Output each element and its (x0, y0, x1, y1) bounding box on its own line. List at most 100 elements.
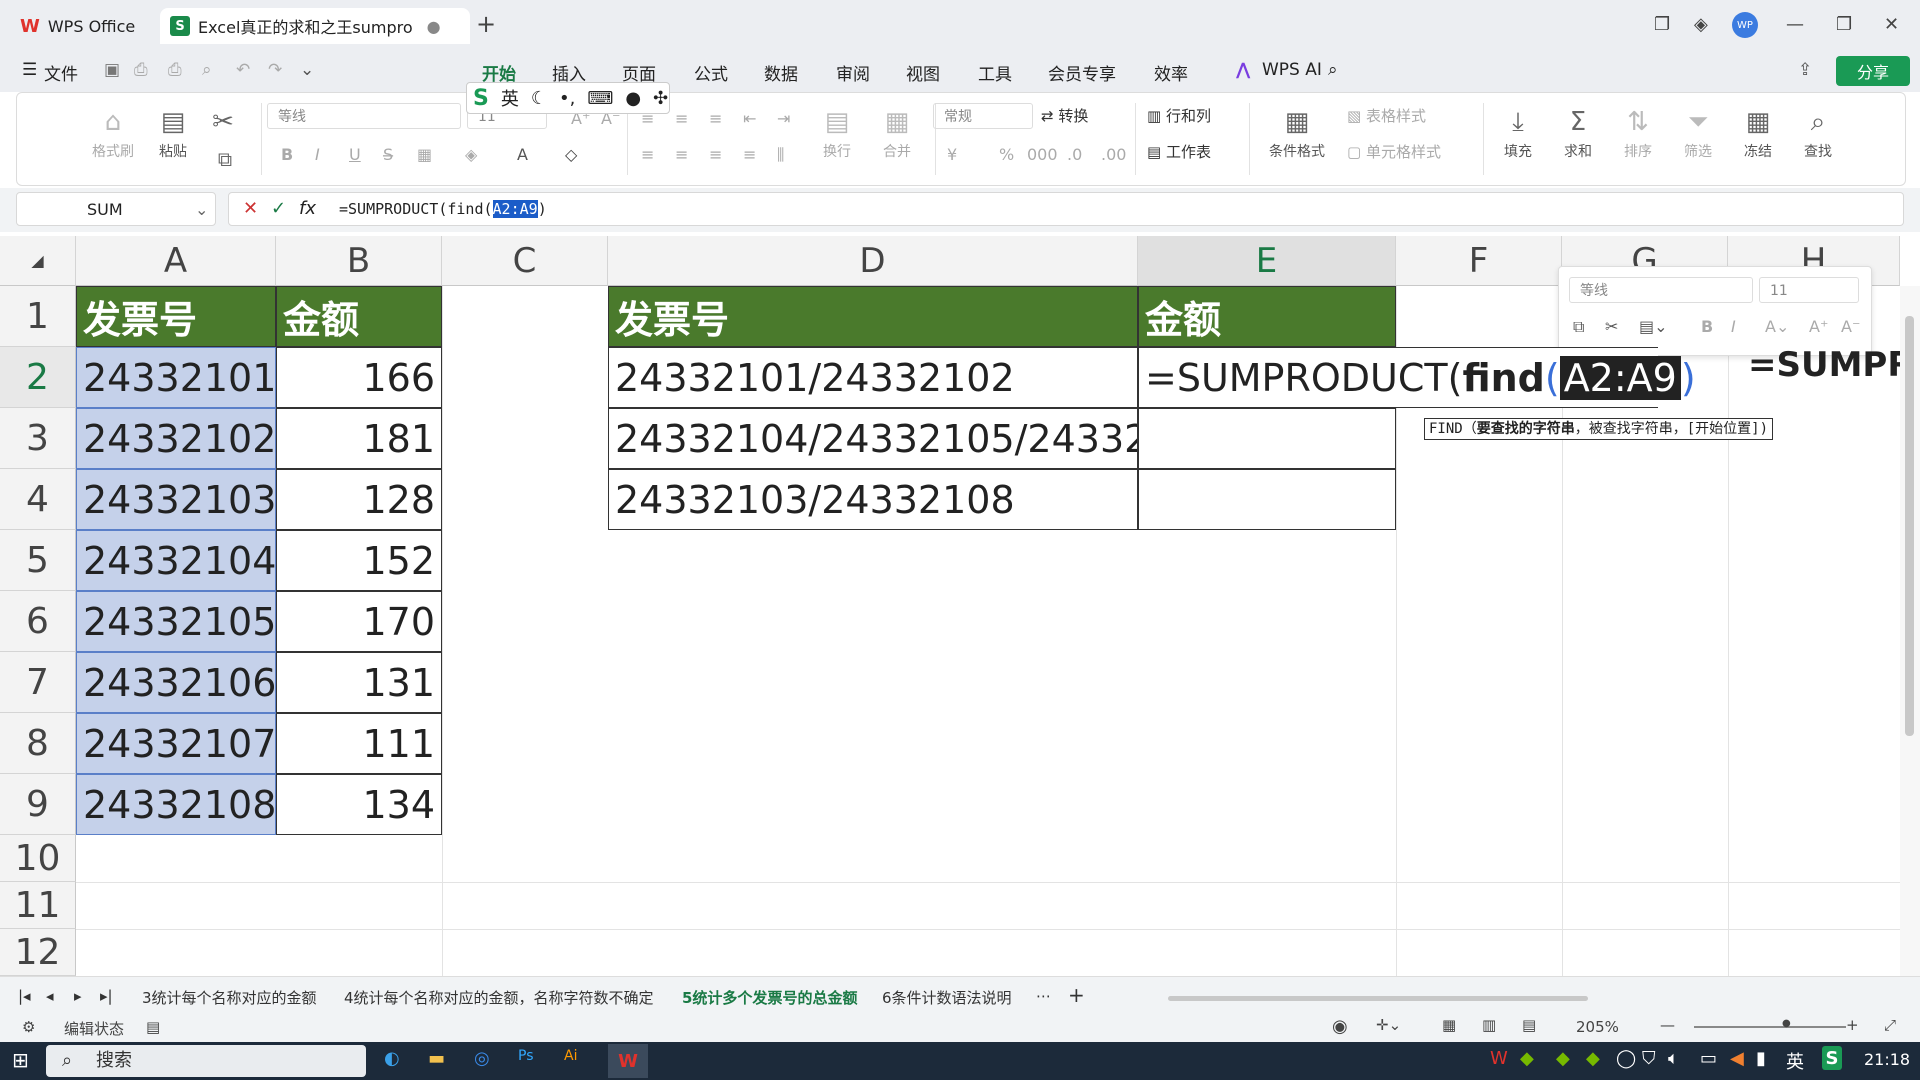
page-break-icon[interactable]: ▤ (1522, 1016, 1536, 1034)
invoice-group-cell[interactable]: 24332101/24332102 (608, 347, 1138, 408)
invoice-cell[interactable]: 24332104 (76, 530, 276, 591)
menu-wps-ai[interactable]: WPS AI (1262, 60, 1322, 80)
paste-button[interactable]: ▤ 粘贴 (147, 107, 199, 161)
sheet-tab[interactable]: 6条件计数语法说明 (882, 987, 1012, 1008)
confirm-icon[interactable]: ✓ (271, 198, 286, 219)
distribute-icon[interactable]: ⫼ (777, 145, 784, 165)
total-cell[interactable] (1138, 469, 1396, 530)
vertical-scrollbar[interactable] (1900, 286, 1920, 976)
currency-icon[interactable]: ¥ (947, 145, 957, 164)
tab-document[interactable]: S Excel真正的求和之王sumpro ● (160, 8, 470, 44)
copy-icon[interactable]: ⧉ (1573, 317, 1584, 337)
format-painter-button[interactable]: ⌂ 格式刷 (87, 107, 139, 161)
shield-icon[interactable]: ⛉ (1642, 1048, 1656, 1069)
formula-input[interactable]: ✕ ✓ fx =SUMPRODUCT(find(A2:A9) (228, 192, 1904, 226)
microphone-icon[interactable]: ▮ (1756, 1048, 1766, 1069)
menu-member[interactable]: 会员专享 (1048, 60, 1116, 85)
mute-icon[interactable]: ◀ (1730, 1048, 1744, 1069)
eraser-icon[interactable]: ◇ (565, 145, 577, 164)
border-icon[interactable]: ▦ (417, 145, 432, 164)
export-icon[interactable]: ⎙ (134, 60, 148, 80)
font-color-icon[interactable]: A (517, 145, 528, 164)
nvidia-icon[interactable]: ◆ (1520, 1048, 1534, 1069)
fx-icon[interactable]: fx (299, 198, 316, 219)
invoice-cell[interactable]: 24332108 (76, 774, 276, 835)
invoice-group-cell[interactable]: 24332103/24332108 (608, 469, 1138, 530)
cloud-upload-icon[interactable]: ⇪ (1798, 60, 1812, 80)
amount-cell[interactable]: 128 (276, 469, 442, 530)
minimize-icon[interactable]: — (1786, 14, 1804, 35)
strikethrough-icon[interactable]: S̶ (383, 145, 393, 164)
table1-header-invoice[interactable]: 发票号 (76, 286, 276, 347)
amount-cell[interactable]: 166 (276, 347, 442, 408)
share-button[interactable]: 分享 (1836, 56, 1910, 86)
macro-icon[interactable]: ⚙ (22, 1018, 35, 1036)
invoice-cell[interactable]: 24332107 (76, 713, 276, 774)
menu-data[interactable]: 数据 (764, 60, 798, 85)
invoice-cell[interactable]: 24332102 (76, 408, 276, 469)
paste-icon[interactable]: ▤⌄ (1639, 317, 1668, 336)
row-header-2[interactable]: 2 (0, 347, 76, 408)
copy-button[interactable]: ⧉ (205, 147, 245, 181)
amount-cell[interactable]: 134 (276, 774, 442, 835)
edge-icon[interactable]: ◐ (384, 1048, 400, 1069)
scrollbar-thumb[interactable] (1905, 316, 1914, 736)
crosshair-icon[interactable]: ✛⌄ (1376, 1016, 1401, 1034)
row-header-8[interactable]: 8 (0, 713, 76, 774)
photoshop-icon[interactable]: Ps (518, 1048, 534, 1064)
nvidia-icon-3[interactable]: ◆ (1586, 1048, 1600, 1069)
ime-indicator[interactable]: 英 (1786, 1048, 1804, 1074)
column-header-f[interactable]: F (1396, 236, 1562, 286)
avatar[interactable]: WP (1732, 12, 1758, 38)
align-middle-icon[interactable]: ≡ (675, 109, 688, 128)
taskbar-search[interactable]: ⌕ 搜索 (46, 1045, 366, 1077)
cube-icon[interactable]: ◈ (1694, 14, 1708, 35)
page-layout-icon[interactable]: ▥ (1482, 1016, 1496, 1034)
invoice-group-cell[interactable]: 24332104/24332105/24332107 (608, 408, 1138, 469)
float-font-size[interactable]: 11 (1759, 277, 1859, 303)
prev-sheet-icon[interactable]: ◂ (46, 987, 54, 1005)
fill-color-icon[interactable]: ◈ (465, 145, 477, 164)
ime-toolbar[interactable]: S 英 ☾ •, ⌨ ● ✣ (466, 82, 670, 114)
column-header-d[interactable]: D (608, 236, 1138, 286)
row-header-10[interactable]: 10 (0, 835, 76, 882)
add-sheet-icon[interactable]: + (1068, 983, 1085, 1007)
normal-view-icon[interactable]: ▦ (1442, 1016, 1456, 1034)
amount-cell[interactable]: 111 (276, 713, 442, 774)
rows-cols-button[interactable]: ▥ 行和列 (1147, 105, 1241, 126)
underline-icon[interactable]: U (349, 145, 361, 164)
tab-wps-office[interactable]: W WPS Office (8, 8, 166, 44)
font-color-icon[interactable]: A⌄ (1765, 317, 1789, 336)
sheet-tab[interactable]: 4统计每个名称对应的金额，名称字符数不确定 (344, 987, 654, 1008)
volume-icon[interactable]: 🔈︎ (1668, 1048, 1679, 1069)
freeze-button[interactable]: ▦ 冻结 (1733, 107, 1783, 161)
indent-increase-icon[interactable]: ⇥ (777, 109, 790, 128)
eye-icon[interactable]: ◉ (1332, 1016, 1348, 1037)
illustrator-icon[interactable]: Ai (564, 1048, 577, 1064)
row-header-9[interactable]: 9 (0, 774, 76, 835)
find-button[interactable]: ⌕ 查找 (1793, 107, 1843, 161)
last-sheet-icon[interactable]: ▸| (100, 987, 113, 1005)
filter-button[interactable]: ⏷ 筛选 (1673, 107, 1723, 161)
align-left-icon[interactable]: ≡ (641, 145, 654, 164)
cell-style-button[interactable]: ▢ 单元格样式 (1347, 141, 1477, 162)
amount-cell[interactable]: 170 (276, 591, 442, 652)
justify-icon[interactable]: ≡ (743, 145, 756, 164)
amount-cell[interactable]: 152 (276, 530, 442, 591)
horizontal-scrollbar[interactable] (1168, 996, 1588, 1001)
zoom-slider[interactable] (1694, 1026, 1846, 1028)
redo-icon[interactable]: ↷ (268, 60, 282, 80)
float-font-name[interactable]: 等线 (1569, 277, 1753, 303)
fullscreen-icon[interactable]: ⤢ (1884, 1016, 1896, 1034)
row-header-12[interactable]: 12 (0, 929, 76, 976)
column-header-a[interactable]: A (76, 236, 276, 286)
sheet-tab-active[interactable]: 5统计多个发票号的总金额 (682, 987, 857, 1008)
menu-file[interactable]: 文件 (44, 60, 78, 85)
undo-icon[interactable]: ↶ (236, 60, 250, 80)
conditional-format-button[interactable]: ▦ 条件格式 (1257, 107, 1337, 161)
number-format-select[interactable]: 常规 (933, 103, 1033, 129)
zoom-in-icon[interactable]: + (1846, 1016, 1859, 1034)
menu-efficiency[interactable]: 效率 (1154, 60, 1188, 85)
row-header-3[interactable]: 3 (0, 408, 76, 469)
sum-button[interactable]: Σ 求和 (1553, 107, 1603, 161)
